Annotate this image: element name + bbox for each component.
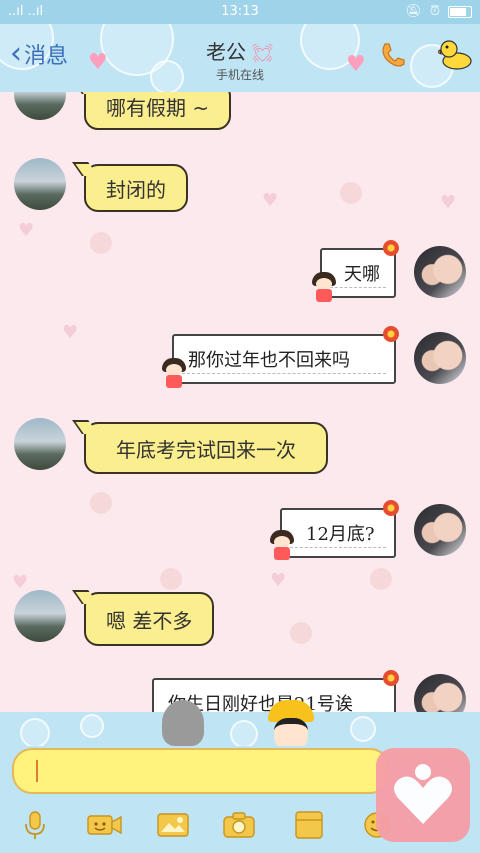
- message-bubble-received[interactable]: 哪有假期 ~: [84, 92, 232, 130]
- sticker-girl-icon: [312, 272, 336, 302]
- gray-character-sticker: [162, 700, 204, 746]
- text-cursor: [36, 760, 38, 782]
- message-text: 年底考完试回来一次: [116, 437, 296, 462]
- status-bar: ..ıl ..ıl 13:13 🔕︎ ⏰︎: [0, 0, 480, 24]
- bubble-decoration: [20, 718, 50, 746]
- contact-avatar[interactable]: [14, 418, 66, 470]
- heart-pattern-icon: ♥: [62, 322, 79, 343]
- message-bubble-received[interactable]: 嗯 差不多: [84, 592, 215, 646]
- flower-icon: [383, 670, 399, 686]
- phone-icon[interactable]: [378, 41, 406, 69]
- camera-icon[interactable]: [222, 810, 256, 840]
- heart-pattern-icon: ♥: [18, 220, 35, 241]
- heart-pattern-icon: ♥: [440, 192, 457, 213]
- message-text: 12月底?: [306, 524, 375, 545]
- flower-icon: [383, 240, 399, 256]
- contact-status: 手机在线: [215, 68, 264, 82]
- heart-pattern-icon: ♥: [262, 190, 279, 211]
- mic-icon[interactable]: [18, 810, 52, 840]
- chat-header: ‹ 消息 ♥ 老公 💓︎ 手机在线 ♥: [0, 24, 480, 92]
- mute-icon: 🔕︎: [405, 4, 422, 19]
- flower-icon: [383, 326, 399, 342]
- heart-pattern-icon: ♥: [12, 572, 29, 593]
- contact-avatar[interactable]: [14, 92, 66, 120]
- contact-name: 老公: [206, 40, 247, 64]
- bubble-decoration: [80, 714, 104, 738]
- heart-float-button[interactable]: [376, 748, 470, 842]
- message-text: 哪有假期 ~: [106, 95, 210, 120]
- contact-avatar[interactable]: [14, 158, 66, 210]
- message-bubble-received[interactable]: 年底考完试回来一次: [84, 422, 328, 474]
- flower-icon: [383, 500, 399, 516]
- chat-area[interactable]: ♥ ♥ ♥ ♥ ♥ ♥ ♥ 哪有假期 ~ 封闭的 天哪 那你过年也不回来吗 年底…: [0, 92, 480, 722]
- message-text: 天哪: [344, 264, 380, 285]
- character-pattern: [290, 622, 312, 644]
- duck-icon[interactable]: [438, 38, 472, 70]
- character-pattern: [340, 182, 362, 204]
- cloud-divider: [0, 712, 480, 746]
- heart-decoration-icon: ♥: [346, 52, 366, 77]
- message-input[interactable]: [12, 748, 390, 794]
- heart-emoji-icon: 💓︎: [251, 43, 274, 64]
- character-pattern: [90, 492, 112, 514]
- contact-title[interactable]: 老公 💓︎ 手机在线: [0, 36, 480, 83]
- video-emoji-icon[interactable]: [86, 810, 124, 840]
- alarm-icon: ⏰︎: [429, 4, 440, 19]
- dashed-line: [290, 547, 386, 548]
- character-pattern: [160, 568, 182, 590]
- user-avatar[interactable]: [414, 246, 466, 298]
- dashed-line: [182, 373, 386, 374]
- message-bubble-received[interactable]: 封闭的: [84, 164, 188, 212]
- sticker-girl-icon: [270, 530, 294, 560]
- user-avatar[interactable]: [414, 504, 466, 556]
- character-pattern: [90, 232, 112, 254]
- dashed-line: [330, 287, 386, 288]
- bubble-decoration: [230, 720, 258, 746]
- message-bubble-sent[interactable]: 12月底?: [280, 508, 396, 558]
- heart-pattern-icon: ♥: [270, 570, 287, 591]
- message-text: 嗯 差不多: [106, 608, 193, 633]
- maruko-sticker: [266, 700, 316, 750]
- battery-icon: [448, 5, 472, 18]
- message-text: 那你过年也不回来吗: [188, 350, 350, 371]
- user-avatar[interactable]: [414, 332, 466, 384]
- character-pattern: [370, 568, 392, 590]
- image-icon[interactable]: [156, 810, 190, 840]
- status-icons: 🔕︎ ⏰︎: [405, 4, 472, 19]
- heart-person-icon: [394, 764, 452, 824]
- bubble-decoration: [350, 716, 376, 742]
- message-text: 封闭的: [106, 177, 166, 202]
- sticker-girl-icon: [162, 358, 186, 388]
- contact-avatar[interactable]: [14, 590, 66, 642]
- message-bubble-sent[interactable]: 那你过年也不回来吗: [172, 334, 396, 384]
- folder-icon[interactable]: [292, 810, 326, 840]
